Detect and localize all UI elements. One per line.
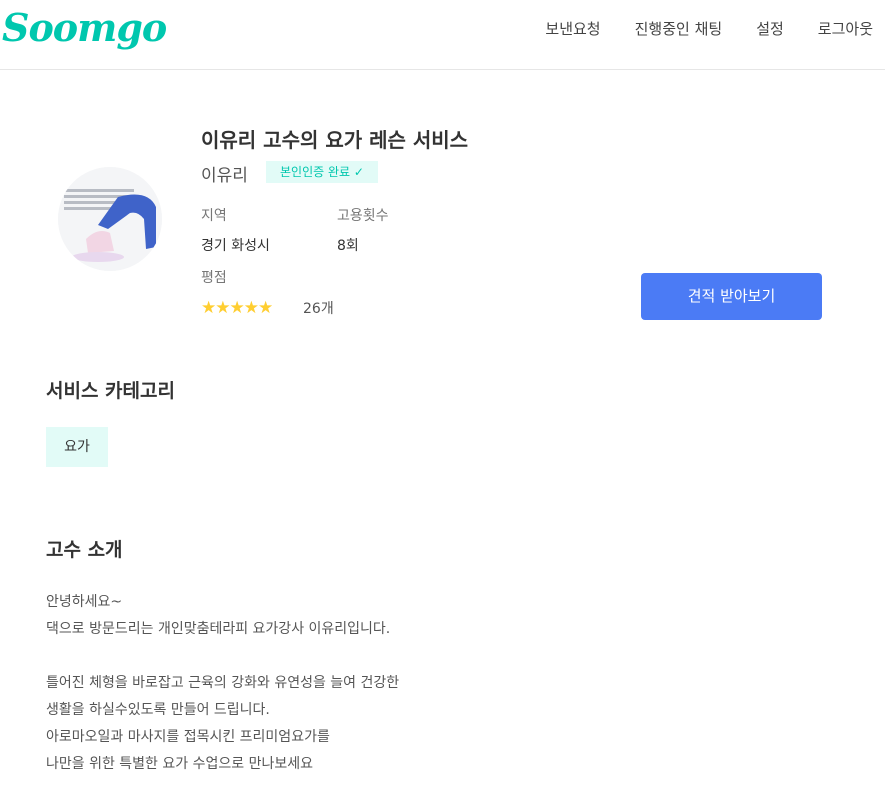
region-label: 지역 <box>201 208 227 224</box>
intro-line: 생활을 하실수있도록 만들어 드립니다. <box>46 702 270 718</box>
review-count[interactable]: 26개 <box>303 298 334 318</box>
profile-avatar <box>58 167 162 271</box>
category-chip-yoga: 요가 <box>46 427 108 467</box>
intro-line: 나만을 위한 특별한 요가 수업으로 만나보세요 <box>46 756 313 772</box>
expert-intro-text: 안녕하세요~ 댁으로 방문드리는 개인맞춤테라피 요가강사 이유리입니다. 틀어… <box>46 589 399 778</box>
intro-line: 댁으로 방문드리는 개인맞춤테라피 요가강사 이유리입니다. <box>46 621 391 637</box>
yoga-pose-photo <box>58 167 162 271</box>
rating-stars: ★★★★★ <box>201 298 273 318</box>
service-category-title: 서비스 카테고리 <box>46 380 175 402</box>
intro-line: 아로마오일과 마사지를 접목시킨 프리미엄요가를 <box>46 729 330 745</box>
intro-line: 틀어진 체형을 바로잡고 근육의 강화와 유연성을 늘여 건강한 <box>46 675 400 691</box>
region-value: 경기 화성시 <box>201 238 270 254</box>
hire-count-label: 고용횟수 <box>337 208 389 224</box>
expert-intro-title: 고수 소개 <box>46 539 123 561</box>
top-header: Soomgo 보낸요청 진행중인 채팅 설정 로그아웃 <box>0 0 885 70</box>
rating-label: 평점 <box>201 270 227 286</box>
hire-count-value: 8회 <box>337 238 359 254</box>
expert-name: 이유리 <box>201 166 248 186</box>
service-title: 이유리 고수의 요가 레슨 서비스 <box>201 128 469 152</box>
intro-line <box>46 643 399 670</box>
nav-active-chats[interactable]: 진행중인 채팅 <box>635 19 723 39</box>
verified-badge: 본인인증 완료 ✓ <box>266 161 378 183</box>
nav-logout[interactable]: 로그아웃 <box>818 19 873 39</box>
nav-sent-requests[interactable]: 보낸요청 <box>545 19 600 39</box>
nav-settings[interactable]: 설정 <box>756 19 784 39</box>
top-nav: 보낸요청 진행중인 채팅 설정 로그아웃 <box>511 19 873 39</box>
intro-line: 안녕하세요~ <box>46 594 123 610</box>
get-quote-button[interactable]: 견적 받아보기 <box>641 273 822 320</box>
soomgo-logo[interactable]: Soomgo <box>2 0 167 56</box>
